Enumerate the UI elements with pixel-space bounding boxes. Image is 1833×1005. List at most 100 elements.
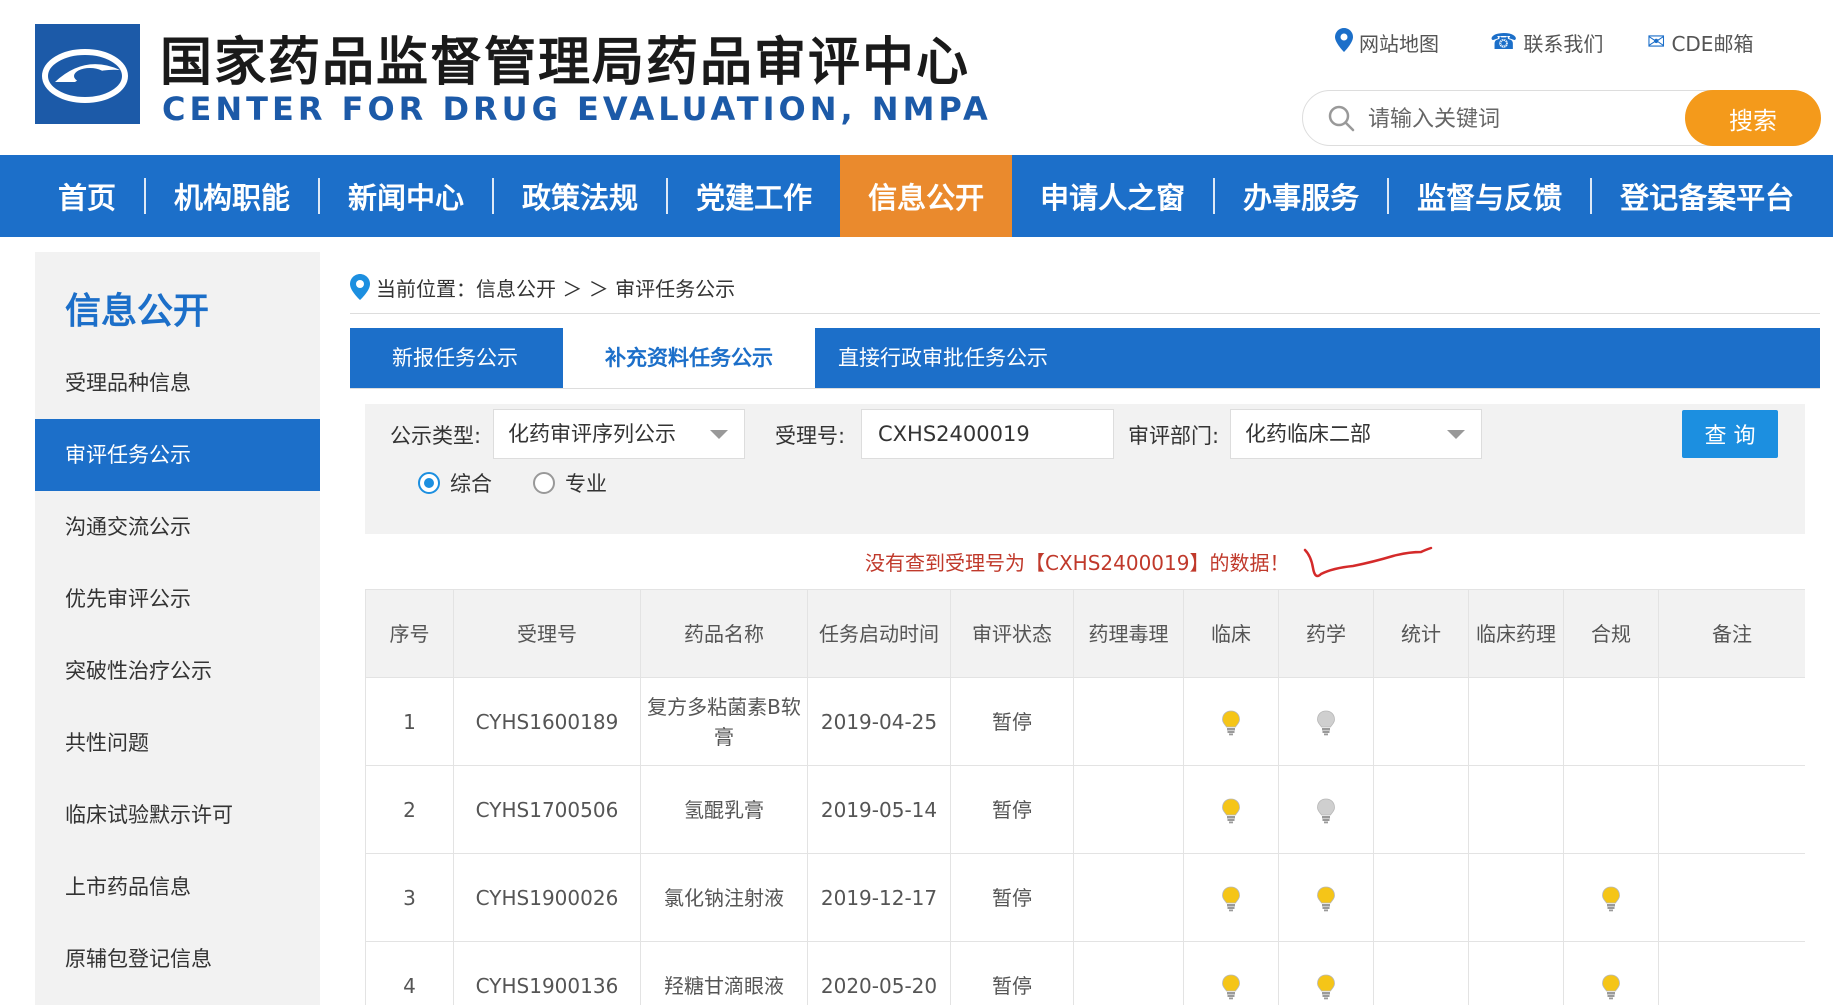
search-button[interactable]: 搜索 [1685, 90, 1821, 146]
cell-clin-pharm [1468, 765, 1564, 854]
cell-accept-no-text: CYHS1900026 [475, 885, 619, 910]
accept-label: 受理号: [775, 424, 846, 448]
cell-remark [1658, 677, 1805, 766]
cell-stats [1373, 853, 1469, 942]
sidebar-item-breakthrough[interactable]: 突破性治疗公示 [35, 635, 320, 707]
cell-start-time-text: 2020-05-20 [820, 973, 938, 998]
sidebar-item-marketed-drugs[interactable]: 上市药品信息 [35, 851, 320, 923]
tab-new-tasks[interactable]: 新报任务公示 [350, 328, 560, 388]
radio-dot [533, 472, 555, 494]
cell-start-time: 2020-05-20 [807, 941, 951, 1005]
cell-clin-pharm [1468, 941, 1564, 1005]
accept-number-input[interactable] [861, 409, 1114, 459]
col-status: 审评状态 [950, 589, 1074, 678]
cell-no-text: 1 [403, 709, 416, 734]
cell-start-time-text: 2019-05-14 [820, 797, 938, 822]
col-clin-pharm: 临床药理 [1468, 589, 1564, 678]
col-accept-no: 受理号 [453, 589, 641, 678]
cell-status-text: 暂停 [992, 709, 1032, 734]
cell-drug-name: 复方多粘菌素B软膏 [640, 677, 808, 766]
sidebar-item-communication[interactable]: 沟通交流公示 [35, 491, 320, 563]
col-start-time: 任务启动时间 [807, 589, 951, 678]
sidebar-item-priority-review[interactable]: 优先审评公示 [35, 563, 320, 635]
tabs-divider [350, 388, 1820, 389]
map-pin-icon [1335, 28, 1353, 57]
breadcrumb: 当前位置： 信息公开 ＞ ＞ 审评任务公示 [350, 272, 735, 302]
cell-start-time: 2019-12-17 [807, 853, 951, 942]
cell-no-text: 3 [403, 885, 416, 910]
col-no: 序号 [365, 589, 454, 678]
cell-remark [1658, 941, 1805, 1005]
radio-comprehensive[interactable]: 综合 [418, 468, 492, 498]
chevron-down-icon [1447, 430, 1465, 439]
cell-compliance [1563, 765, 1659, 854]
table-row: 3 CYHS1900026 氯化钠注射液 2019-12-17 暂停 [365, 853, 1805, 942]
tab-admin-approval-tasks[interactable]: 直接行政审批任务公示 [796, 328, 1090, 388]
dept-select[interactable]: 化药临床二部 [1230, 409, 1482, 459]
sidebar-item-review-tasks[interactable]: 审评任务公示 [35, 419, 320, 491]
nav-news[interactable]: 新闻中心 [320, 155, 492, 237]
location-pin-icon [350, 274, 370, 300]
lightbulb-on-icon [1602, 886, 1620, 912]
breadcrumb-divider [350, 313, 1820, 314]
cell-stats [1373, 677, 1469, 766]
breadcrumb-path[interactable]: 信息公开 ＞ ＞ 审评任务公示 [476, 273, 735, 302]
radio-professional[interactable]: 专业 [533, 468, 607, 498]
cell-pharmacy [1278, 941, 1374, 1005]
lightbulb-off-icon [1317, 798, 1335, 824]
nav-home[interactable]: 首页 [30, 155, 144, 237]
query-button[interactable]: 查 询 [1682, 410, 1778, 458]
cell-pharm-tox [1073, 941, 1184, 1005]
nav-policy[interactable]: 政策法规 [494, 155, 666, 237]
cell-status: 暂停 [950, 853, 1074, 942]
cell-pharmacy [1278, 677, 1374, 766]
task-table: 序号 受理号 药品名称 任务启动时间 审评状态 药理毒理 临床 药学 统计 临床… [365, 589, 1805, 1005]
cell-compliance [1563, 853, 1659, 942]
sidebar-item-clinical-trial[interactable]: 临床试验默示许可 [35, 779, 320, 851]
search-input[interactable] [1368, 101, 1658, 137]
sidebar-item-common-issues[interactable]: 共性问题 [35, 707, 320, 779]
cell-accept-no-text: CYHS1700506 [475, 797, 619, 822]
cell-no: 1 [365, 677, 454, 766]
nav-applicant[interactable]: 申请人之窗 [1012, 155, 1213, 237]
cell-pharm-tox [1073, 853, 1184, 942]
site-header: 国家药品监督管理局药品审评中心 CENTER FOR DRUG EVALUATI… [0, 0, 1833, 155]
tab-supplement-tasks[interactable]: 补充资料任务公示 [563, 328, 815, 388]
nav-services[interactable]: 办事服务 [1215, 155, 1387, 237]
cell-accept-no: CYHS1600189 [453, 677, 641, 766]
nav-party[interactable]: 党建工作 [668, 155, 840, 237]
cell-drug-name: 氯化钠注射液 [640, 853, 808, 942]
table-header: 序号 受理号 药品名称 任务启动时间 审评状态 药理毒理 临床 药学 统计 临床… [365, 589, 1805, 678]
sitemap-link[interactable]: 网站地图 [1335, 28, 1439, 57]
mail-label: CDE邮箱 [1671, 32, 1754, 56]
cde-logo[interactable] [35, 24, 140, 124]
nav-functions[interactable]: 机构职能 [146, 155, 318, 237]
cell-drug-name: 氢醌乳膏 [640, 765, 808, 854]
cell-clinical [1183, 677, 1279, 766]
cell-clinical [1183, 853, 1279, 942]
filter-panel: 公示类型: 化药审评序列公示 受理号: 审评部门: 化药临床二部 查 询 综合 … [365, 404, 1805, 534]
nav-info-public[interactable]: 信息公开 [840, 155, 1013, 237]
cell-clin-pharm [1468, 853, 1564, 942]
nav-registration[interactable]: 登记备案平台 [1592, 155, 1822, 237]
lightbulb-on-icon [1317, 886, 1335, 912]
red-scribble-annotation [1303, 546, 1433, 578]
logo-emblem-icon [35, 24, 140, 124]
lightbulb-on-icon [1222, 974, 1240, 1000]
phone-icon: ☎ [1490, 29, 1518, 55]
sidebar-item-excipients[interactable]: 原辅包登记信息 [35, 923, 320, 995]
sitemap-label: 网站地图 [1359, 32, 1439, 56]
cell-no: 4 [365, 941, 454, 1005]
chevron-down-icon [710, 430, 728, 439]
site-search: 搜索 [1302, 90, 1821, 146]
col-stats: 统计 [1373, 589, 1469, 678]
table-row: 2 CYHS1700506 氢醌乳膏 2019-05-14 暂停 [365, 765, 1805, 854]
sidebar-item-accepted-varieties[interactable]: 受理品种信息 [35, 347, 320, 419]
nav-supervision[interactable]: 监督与反馈 [1389, 155, 1590, 237]
mail-link[interactable]: ✉ CDE邮箱 [1647, 28, 1753, 57]
cell-no: 3 [365, 853, 454, 942]
cell-pharm-tox [1073, 677, 1184, 766]
contact-link[interactable]: ☎ 联系我们 [1490, 28, 1603, 57]
top-links: 网站地图 ☎ 联系我们 ✉ CDE邮箱 [1335, 28, 1825, 58]
type-select[interactable]: 化药审评序列公示 [493, 409, 745, 459]
